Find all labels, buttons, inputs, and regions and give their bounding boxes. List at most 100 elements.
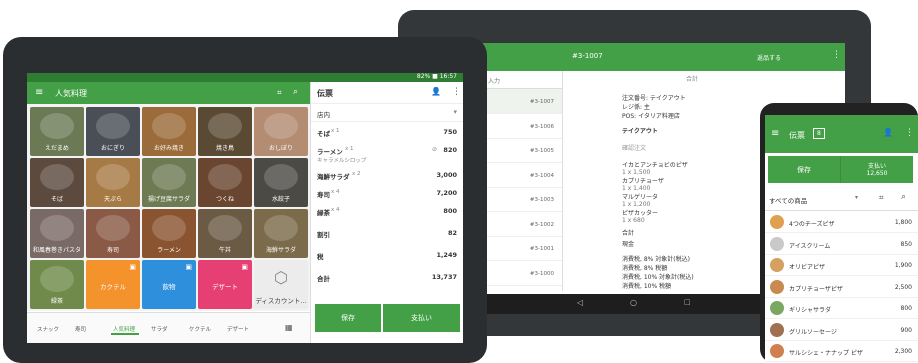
home-icon[interactable]: ○ [630,298,637,307]
ticket-title: 伝票 [317,89,333,98]
product-row[interactable]: オリビアピザ 1,900 [765,255,918,276]
menu-item-tile[interactable]: ⬡ ディスカウント... [254,260,308,309]
hamburger-icon[interactable]: ≡ [771,128,779,139]
pay-button[interactable]: 支払い [383,304,460,332]
ticket-items: そば x 1 750 ラーメン x 1 820 キャラメルシロップ ⊘ 海鮮サラダ x 2 3,00… [311,122,463,283]
tile-label: つくね [215,196,234,203]
receipt-row[interactable]: #3-1007 [530,99,554,105]
back-icon[interactable]: ◁ [577,298,583,307]
menu-item-tile[interactable]: 緑茶 [30,260,84,309]
menu-item-tile[interactable]: ▣ デザート [198,260,252,309]
category-tab[interactable]: ケクテル [189,325,211,333]
dining-select[interactable]: 店内 ▾ [311,104,463,122]
ticket-panel: 伝票 👤 ⋮ 店内 ▾ そば x 1 750 ラーメン x 1 820 キャラメルシロップ ⊘… [310,82,463,343]
tile-label: 揚げ豆腐サラダ [147,196,190,203]
menu-item-tile[interactable]: おにぎり [86,107,140,156]
item-grid: えだまめ おにぎり お好み焼き 焼き鳥 おしぼりそば 天ぷら 揚げ豆腐サラダ つくね 水餃子和風… [27,104,310,311]
product-image [770,301,784,315]
tile-label: お好み焼き [153,145,184,152]
product-image [770,279,784,294]
menu-item-tile[interactable]: つくね [198,158,252,207]
category-folder-icon: ▣ [129,263,136,271]
active-tab-indicator [111,333,139,335]
hamburger-icon[interactable]: ≡ [35,87,43,98]
ticket-count-badge: 8 [813,128,825,139]
grid-view-icon[interactable]: ▦ [285,323,293,332]
pay-button[interactable]: 支払い [841,161,913,170]
add-customer-icon[interactable]: 👤 [883,128,893,137]
more-icon[interactable]: ⋮ [832,50,841,60]
meta-line: 注文番号: テイクアウト [622,95,686,102]
product-row[interactable]: 4つのチーズピザ 1,800 [765,212,918,233]
menu-item-tile[interactable]: えだまめ [30,107,84,156]
recents-icon[interactable]: □ [684,298,691,306]
receipt-row[interactable]: #3-1004 [530,173,554,179]
menu-item-tile[interactable]: ▣ カクテル [86,260,140,309]
search-icon[interactable]: ⌕ [901,192,906,202]
discount-tag-icon: ⬡ [274,268,288,287]
meta-line: POS: イタリア料理店 [622,113,680,120]
menu-item-tile[interactable]: 牛丼 [198,209,252,258]
menu-item-tile[interactable]: そば [30,158,84,207]
receipt-row[interactable]: #3-1003 [530,197,554,203]
product-row[interactable]: ギリシャサラダ 800 [765,298,918,319]
item-name: 海鮮サラダ [317,173,350,181]
product-row[interactable]: アイスクリーム 850 [765,234,918,255]
save-button[interactable]: 保存 [768,165,840,175]
receipt-row[interactable]: #3-1002 [530,222,554,228]
more-icon[interactable]: ⋮ [452,87,461,97]
receipt-lines: イカとアンチョビのピザ 1 x 1,500 カプリチョーザ 1 x 1,400 … [622,160,762,224]
product-row[interactable]: サルシシェ・ナナップ ピザ 2,300 [765,341,918,362]
barcode-icon[interactable]: ⌗ [277,88,282,98]
summary-label: 税 [317,253,324,261]
product-name: ギリシャサラダ [789,307,832,314]
line-sub: 1 x 680 [622,217,645,224]
item-qty: x 1 [345,146,354,152]
add-customer-icon[interactable]: 👤 [431,87,441,96]
more-icon[interactable]: ⋮ [905,128,914,138]
receipt-row[interactable]: #3-1005 [530,148,554,154]
item-name: 寿司 [317,191,330,199]
receipt-row[interactable]: #3-1001 [530,246,554,252]
food-photo [96,164,130,190]
save-button[interactable]: 保存 [315,304,381,332]
refund-button[interactable]: 返品する [757,53,781,62]
category-tab[interactable]: 人気料理 [113,325,135,333]
menu-item-tile[interactable]: 焼き鳥 [198,107,252,156]
menu-item-tile[interactable]: ▣ 飲物 [142,260,196,309]
category-tab[interactable]: デザート [227,325,249,333]
item-price: 820 [443,146,457,154]
category-tab[interactable]: サラダ [151,325,168,333]
summary-value: 13,737 [431,273,457,281]
menu-item-tile[interactable]: おしぼり [254,107,308,156]
tile-label: デザート [212,283,238,291]
menu-item-tile[interactable]: 水餃子 [254,158,308,207]
menu-item-tile[interactable]: 和風春巻きパスタ [30,209,84,258]
tax-line: 消費税, 10% 税額 [622,283,672,290]
receipt-row[interactable]: #3-1006 [530,124,554,130]
category-tab[interactable]: スナック [37,325,59,333]
product-name: カプリチョーザピザ [789,285,843,293]
product-price: 900 [900,326,912,334]
receipt-row[interactable]: #3-1000 [530,271,554,277]
pay-amount: 12,650 [866,170,888,177]
product-row[interactable]: カプリチョーザピザ 2,500 [765,277,918,298]
phone-buttons: 保存 支払い 12,650 [768,156,913,183]
category-tab[interactable]: 寿司 [75,325,86,333]
menu-item-tile[interactable]: 寿司 [86,209,140,258]
menu-item-tile[interactable]: お好み焼き [142,107,196,156]
barcode-icon[interactable]: ⌗ [879,193,884,203]
menu-item-tile[interactable]: 海鮮サラダ [254,209,308,258]
item-price: 750 [443,128,457,136]
menu-item-tile[interactable]: ラーメン [142,209,196,258]
category-filter[interactable]: すべての商品 [769,195,807,205]
menu-item-tile[interactable]: 揚げ豆腐サラダ [142,158,196,207]
tax-line: 消費税, 8% 対象計(税込) [622,256,690,263]
line-name: ピザカッター [622,210,659,217]
tax-line: 消費税, 10% 対象計(税込) [622,274,694,281]
food-photo [40,266,74,292]
product-row[interactable]: グリルソーセージ 900 [765,320,918,341]
menu-item-tile[interactable]: 天ぷら [86,158,140,207]
tile-label: ディスカウント... [255,297,307,305]
search-icon[interactable]: ⌕ [293,87,298,97]
